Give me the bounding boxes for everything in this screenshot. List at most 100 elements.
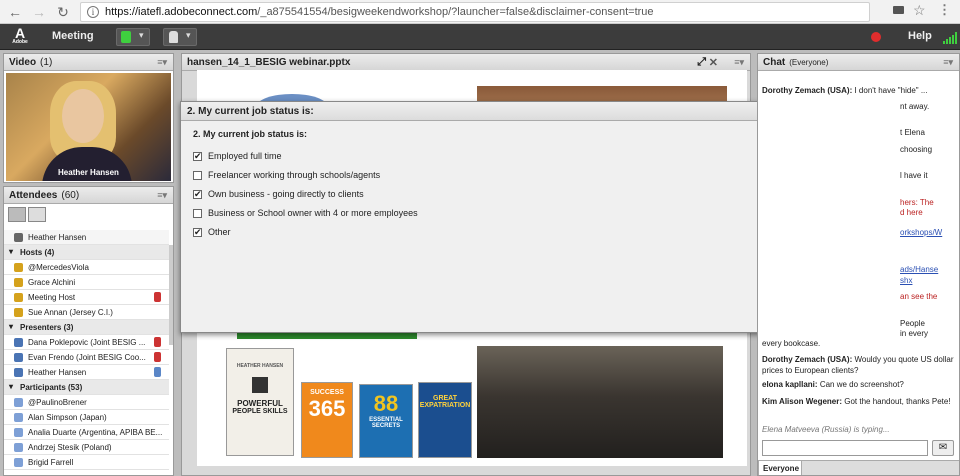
attendee-row[interactable]: Evan Frendo (Joint BESIG Coo...: [4, 350, 169, 365]
chat-message: Dorothy Zemach (USA): I don't have "hide…: [762, 86, 928, 95]
book-title: SUCCESS: [310, 389, 344, 396]
presenter-icon: [14, 338, 23, 347]
breakout-view-icon[interactable]: [28, 207, 46, 222]
chat-title: Chat: [763, 57, 786, 68]
chevron-down-icon: ▾: [139, 30, 144, 40]
attendee-row[interactable]: Grace Alchini: [4, 275, 169, 290]
participant-icon: [14, 443, 23, 452]
host-icon: [14, 308, 23, 317]
pod-menu-icon[interactable]: ≡▾: [157, 190, 167, 201]
address-bar[interactable]: i https://iatefl.adobeconnect.com/_a8755…: [80, 2, 870, 22]
participants-group[interactable]: Participants (53): [4, 380, 169, 395]
book-title: ESSENTIAL SECRETS: [369, 417, 403, 429]
presenter-icon: [14, 368, 23, 377]
star-icon[interactable]: ☆: [913, 2, 926, 19]
chat-pod: Chat (Everyone) ≡▾ Dorothy Zemach (USA): …: [757, 53, 960, 476]
video-pod: Video (1) ≡▾ Heather Hansen: [3, 53, 174, 183]
poll-header-title: 2. My current job status is:: [187, 106, 314, 117]
presenter-name: Heather Hansen: [58, 168, 119, 177]
attendees-title: Attendees: [9, 190, 58, 201]
chat-fragment: nt away.: [900, 102, 930, 111]
checkbox-checked[interactable]: ✔: [193, 228, 202, 237]
adobe-logo: A Adobe: [12, 25, 28, 45]
chat-fragment: an see the: [900, 292, 938, 301]
attendee-name: Evan Frendo (Joint BESIG Coo...: [28, 353, 146, 362]
help-menu[interactable]: Help: [908, 30, 932, 42]
chat-input[interactable]: [762, 440, 928, 456]
chat-fragment: d here: [900, 208, 923, 217]
attendee-row[interactable]: Brigid Farrell: [4, 455, 169, 470]
host-icon: [14, 278, 23, 287]
chat-fragment: choosing: [900, 145, 933, 154]
chat-link[interactable]: ads/Hanse: [900, 264, 956, 275]
back-icon[interactable]: ←: [6, 3, 24, 21]
hosts-group[interactable]: Hosts (4): [4, 245, 169, 260]
book-88-essential-secrets: 88 ESSENTIAL SECRETS: [359, 384, 413, 458]
attendee-name: Grace Alchini: [28, 278, 76, 287]
participant-icon: [14, 413, 23, 422]
book-title: POWERFUL: [237, 399, 283, 408]
attendee-row[interactable]: @PaulinoBrener: [4, 395, 169, 410]
participant-icon: [14, 398, 23, 407]
attendee-row[interactable]: Heather Hansen: [4, 365, 169, 380]
site-info-icon[interactable]: i: [87, 6, 99, 18]
chat-link[interactable]: orkshops/W: [900, 227, 956, 238]
chat-pod-header: Chat (Everyone) ≡▾: [758, 54, 959, 71]
meeting-menu[interactable]: Meeting: [52, 30, 94, 42]
chevron-down-icon: ▾: [186, 30, 191, 40]
chat-fragment: t Elena: [900, 128, 925, 137]
presenters-group[interactable]: Presenters (3): [4, 320, 169, 335]
fullscreen-icon[interactable]: ⤢: [697, 56, 706, 69]
poll-option-label: Employed full time: [208, 151, 282, 161]
list-view-icon[interactable]: [8, 207, 26, 222]
chat-tab-everyone[interactable]: Everyone: [758, 460, 802, 475]
browser-toolbar: ← → ↻ i https://iatefl.adobeconnect.com/…: [0, 0, 960, 24]
pod-menu-icon[interactable]: ≡▾: [734, 57, 744, 68]
url-path: /_a875541554/besigweekendworkshop/?launc…: [257, 6, 654, 18]
send-message-icon[interactable]: ✉: [932, 440, 954, 456]
mic-icon: [154, 292, 161, 302]
checkbox-checked[interactable]: ✔: [193, 190, 202, 199]
poll-option-label: Other: [208, 227, 231, 237]
speaker-button[interactable]: ▾: [116, 28, 150, 46]
reload-icon[interactable]: ↻: [54, 3, 72, 21]
puzzle-icon: [252, 377, 268, 393]
raise-hand-button[interactable]: ▾: [163, 28, 197, 46]
typing-indicator: Elena Matveeva (Russia) is typing...: [762, 425, 890, 434]
checkbox[interactable]: [193, 209, 202, 218]
forward-icon[interactable]: →: [30, 3, 48, 21]
attendee-name: Andrzej Stesik (Poland): [28, 443, 112, 452]
chat-message: Dorothy Zemach (USA): Wouldy you quote U…: [762, 355, 954, 375]
share-pod-header: hansen_14_1_BESIG webinar.pptx ⤢ ✕ ≡▾: [182, 54, 750, 71]
hand-icon: [169, 31, 178, 43]
attendee-row[interactable]: Alan Simpson (Japan): [4, 410, 169, 425]
connection-strength-icon: [943, 32, 957, 44]
attendee-row[interactable]: Dana Poklepovic (Joint BESIG ...: [4, 335, 169, 350]
chat-link[interactable]: shx: [900, 275, 956, 286]
attendee-row[interactable]: @MercedesViola: [4, 260, 169, 275]
chat-message: every bookcase.: [762, 339, 821, 348]
attendees-pod-header: Attendees (60) ≡▾: [4, 187, 173, 204]
book-powerful-people-skills: HEATHER HANSEN POWERFUL PEOPLE SKILLS: [226, 348, 294, 456]
participant-icon: [14, 458, 23, 467]
poll-option-label: Own business - going directly to clients: [208, 189, 364, 199]
book-subtitle: PEOPLE SKILLS: [232, 408, 288, 415]
menu-dots-icon[interactable]: ⋮: [938, 2, 951, 18]
attendee-row[interactable]: Andrzej Stesik (Poland): [4, 440, 169, 455]
mic-icon: [154, 337, 161, 347]
checkbox[interactable]: [193, 171, 202, 180]
attendee-row[interactable]: Meeting Host: [4, 290, 169, 305]
attendee-row[interactable]: Analia Duarte (Argentina, APIBA BE...: [4, 425, 169, 440]
chat-message: elona kapllani: Can we do screenshot?: [762, 380, 904, 389]
chat-fragment: l have it: [900, 171, 928, 180]
pod-menu-icon[interactable]: ≡▾: [157, 57, 167, 68]
host-icon: [14, 263, 23, 272]
close-icon[interactable]: ✕: [709, 56, 718, 69]
active-speaker-name: Heather Hansen: [28, 233, 87, 242]
checkbox-checked[interactable]: ✔: [193, 152, 202, 161]
mic-icon: [154, 352, 161, 362]
attendee-row[interactable]: Sue Annan (Jersey C.I.): [4, 305, 169, 320]
scrollbar[interactable]: [169, 245, 173, 345]
camera-icon[interactable]: [893, 6, 904, 14]
pod-menu-icon[interactable]: ≡▾: [943, 57, 953, 68]
